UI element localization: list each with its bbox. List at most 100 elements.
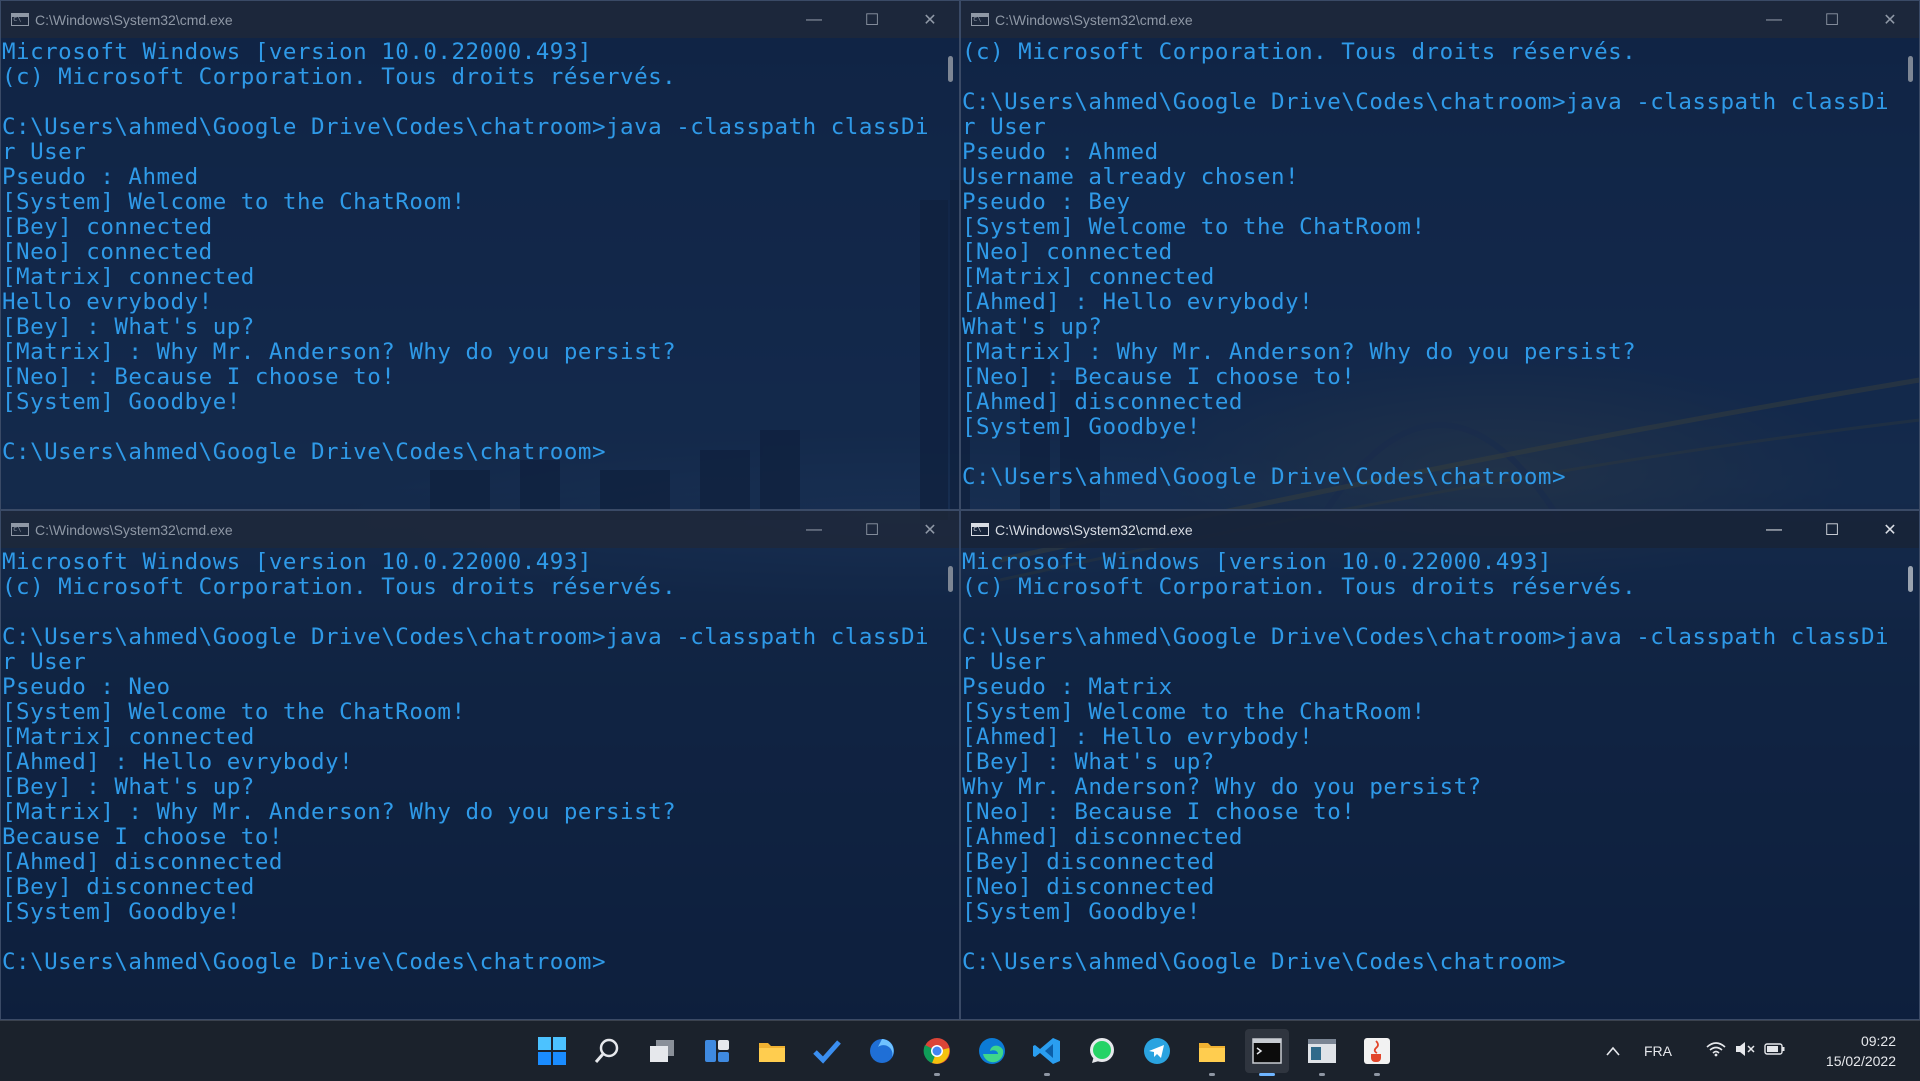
terminal-line: (c) Microsoft Corporation. Tous droits r… — [962, 39, 1637, 65]
terminal-line: (c) Microsoft Corporation. Tous droits r… — [2, 574, 677, 600]
show-hidden-icons-button[interactable] — [1598, 1041, 1628, 1062]
search-button[interactable] — [585, 1029, 629, 1073]
task-view-button[interactable] — [640, 1029, 684, 1073]
close-button[interactable]: ✕ — [901, 511, 959, 548]
running-indicator — [1044, 1073, 1050, 1076]
terminal-line: [Matrix] connected — [962, 264, 1215, 290]
cmd-window-bey[interactable]: C:\Windows\System32\cmd.exe — ☐ ✕ (c) Mi… — [960, 0, 1920, 510]
terminal-line: [Neo] connected — [2, 239, 213, 265]
folder-icon — [759, 1043, 785, 1062]
terminal-line: [Bey] : What's up? — [962, 749, 1215, 775]
language-indicator[interactable]: FRA — [1644, 1043, 1684, 1059]
terminal-line: r User — [962, 114, 1047, 140]
terminal-output[interactable]: Microsoft Windows [version 10.0.22000.49… — [1, 550, 959, 975]
terminal-line: Why Mr. Anderson? Why do you persist? — [962, 774, 1482, 800]
window-titlebar[interactable]: C:\Windows\System32\cmd.exe — ☐ ✕ — [1, 511, 959, 548]
terminal-line: What's up? — [962, 314, 1103, 340]
chrome-app[interactable] — [915, 1029, 959, 1076]
cmd-window-neo[interactable]: C:\Windows\System32\cmd.exe — ☐ ✕ Micros… — [0, 510, 960, 1020]
terminal-line: [Bey] : What's up? — [2, 314, 255, 340]
window-title: C:\Windows\System32\cmd.exe — [35, 11, 233, 28]
terminal-line: C:\Users\ahmed\Google Drive\Codes\chatro… — [2, 949, 606, 975]
running-indicator — [1319, 1073, 1325, 1076]
minimize-button[interactable]: — — [1745, 511, 1803, 548]
close-button[interactable]: ✕ — [901, 1, 959, 38]
terminal-line: [Neo] disconnected — [962, 874, 1215, 900]
terminal-line: [Matrix] : Why Mr. Anderson? Why do you … — [2, 339, 677, 365]
maximize-button[interactable]: ☐ — [1803, 1, 1861, 38]
volume-muted-icon[interactable] — [1734, 1041, 1756, 1062]
terminal-output[interactable]: (c) Microsoft Corporation. Tous droits r… — [961, 40, 1919, 490]
widgets-button[interactable] — [695, 1029, 739, 1073]
terminal-output[interactable]: Microsoft Windows [version 10.0.22000.49… — [961, 550, 1919, 975]
cmd-icon — [971, 523, 989, 536]
terminal-line: Username already chosen! — [962, 164, 1300, 190]
terminal-line: [System] Welcome to the ChatRoom! — [2, 189, 466, 215]
wifi-icon[interactable] — [1706, 1041, 1726, 1062]
whatsapp-app[interactable] — [1080, 1029, 1124, 1073]
scrollbar-thumb[interactable] — [1908, 56, 1913, 82]
scrollbar-thumb[interactable] — [948, 566, 953, 592]
taskbar: FRA 09:22 15/02/2022 — [0, 1020, 1920, 1081]
firefox-app[interactable] — [860, 1029, 904, 1073]
cmd-window-matrix[interactable]: C:\Windows\System32\cmd.exe — ☐ ✕ Micros… — [960, 510, 1920, 1020]
scrollbar-thumb[interactable] — [1908, 566, 1913, 592]
terminal-line: Microsoft Windows [version 10.0.22000.49… — [962, 549, 1552, 575]
maximize-button[interactable]: ☐ — [843, 1, 901, 38]
terminal-line: Hello evrybody! — [2, 289, 213, 315]
close-button[interactable]: ✕ — [1861, 511, 1919, 548]
maximize-button[interactable]: ☐ — [1803, 511, 1861, 548]
minimize-button[interactable]: — — [785, 511, 843, 548]
window-icon — [1308, 1039, 1336, 1063]
file-explorer-app[interactable] — [750, 1029, 794, 1073]
telegram-icon — [1144, 1038, 1170, 1064]
search-icon — [594, 1038, 619, 1063]
terminal-output[interactable]: Microsoft Windows [version 10.0.22000.49… — [1, 40, 959, 465]
minimize-button[interactable]: — — [785, 1, 843, 38]
terminal-line: [Ahmed] disconnected — [2, 849, 283, 875]
terminal-line: [Ahmed] : Hello evrybody! — [962, 724, 1314, 750]
console-window-app[interactable] — [1300, 1029, 1344, 1076]
terminal-line: Pseudo : Bey — [962, 189, 1131, 215]
running-indicator — [1209, 1073, 1215, 1076]
terminal-line: Pseudo : Matrix — [962, 674, 1173, 700]
terminal-line: Microsoft Windows [version 10.0.22000.49… — [2, 39, 592, 65]
scrollbar-thumb[interactable] — [948, 56, 953, 82]
window-titlebar[interactable]: C:\Windows\System32\cmd.exe — ☐ ✕ — [961, 1, 1919, 38]
terminal-line: [Matrix] connected — [2, 264, 255, 290]
terminal-line: C:\Users\ahmed\Google Drive\Codes\chatro… — [2, 439, 606, 465]
cmd-window-ahmed[interactable]: C:\Windows\System32\cmd.exe — ☐ ✕ Micros… — [0, 0, 960, 510]
running-indicator — [1374, 1073, 1380, 1076]
terminal-line: [System] Goodbye! — [2, 389, 241, 415]
terminal-line: [Matrix] connected — [2, 724, 255, 750]
maximize-button[interactable]: ☐ — [843, 511, 901, 548]
vscode-app[interactable] — [1025, 1029, 1069, 1076]
terminal-line: [Bey] disconnected — [962, 849, 1215, 875]
edge-app[interactable] — [970, 1029, 1014, 1073]
folder-app[interactable] — [1190, 1029, 1234, 1076]
running-indicator — [934, 1073, 940, 1076]
clock[interactable]: 09:22 15/02/2022 — [1826, 1031, 1896, 1071]
terminal-line: [Bey] disconnected — [2, 874, 255, 900]
window-titlebar[interactable]: C:\Windows\System32\cmd.exe — ☐ ✕ — [1, 1, 959, 38]
start-button[interactable] — [530, 1029, 574, 1073]
telegram-app[interactable] — [1135, 1029, 1179, 1073]
java-app[interactable] — [1355, 1029, 1399, 1076]
terminal-line: (c) Microsoft Corporation. Tous droits r… — [962, 574, 1637, 600]
minimize-button[interactable]: — — [1745, 1, 1803, 38]
clock-date: 15/02/2022 — [1825, 1053, 1896, 1069]
chevron-up-icon — [1606, 1046, 1620, 1056]
cmd-icon — [971, 13, 989, 26]
terminal-line: [Neo] : Because I choose to! — [962, 799, 1356, 825]
checkmark-icon — [813, 1040, 841, 1064]
close-button[interactable]: ✕ — [1861, 1, 1919, 38]
battery-icon[interactable] — [1764, 1042, 1786, 1061]
todo-app[interactable] — [805, 1029, 849, 1073]
terminal-line: Microsoft Windows [version 10.0.22000.49… — [2, 549, 592, 575]
cmd-app[interactable] — [1245, 1029, 1289, 1076]
window-titlebar[interactable]: C:\Windows\System32\cmd.exe — ☐ ✕ — [961, 511, 1919, 548]
terminal-line: [Matrix] : Why Mr. Anderson? Why do you … — [962, 339, 1637, 365]
